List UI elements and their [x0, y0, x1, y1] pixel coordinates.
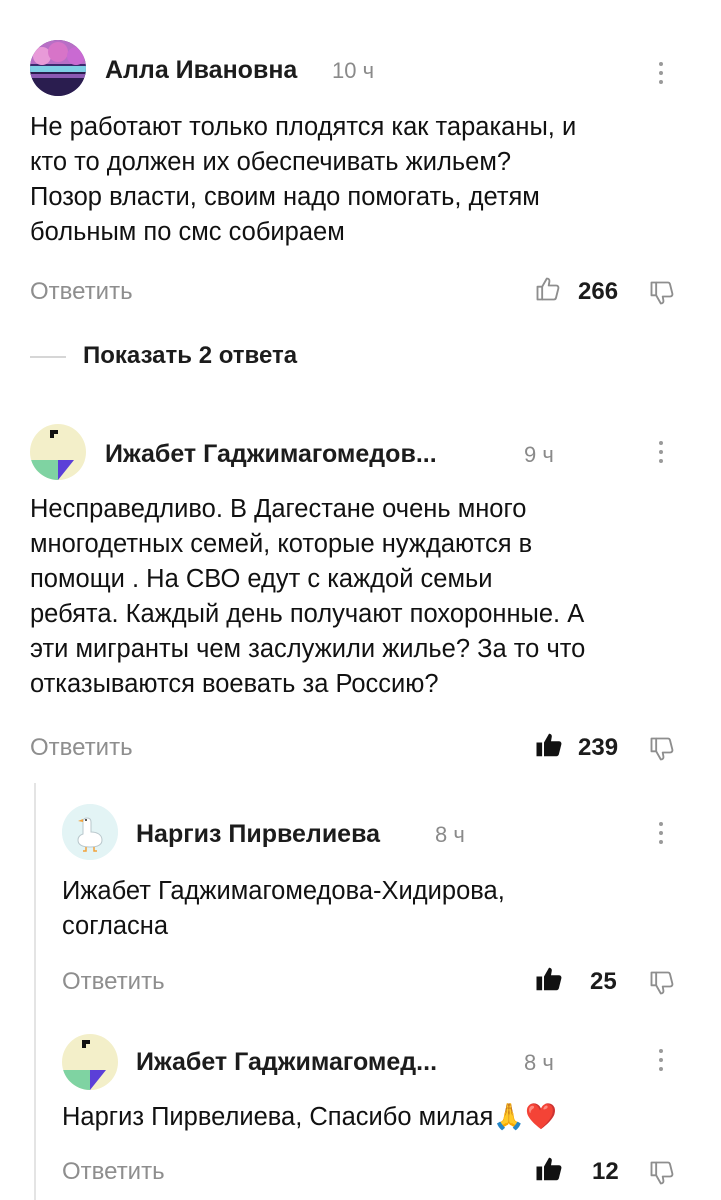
reply-button[interactable]: Ответить: [30, 734, 133, 762]
landscape-photo-avatar: [30, 40, 86, 96]
reply-button[interactable]: Ответить: [30, 278, 133, 306]
comment-time: 8 ч: [435, 822, 465, 847]
comment-text-line: Наргиз Пирвелиева, Спасибо милая: [62, 1103, 494, 1131]
avatar[interactable]: [62, 804, 118, 860]
comment-text-line: Не работают только плодятся как тараканы…: [30, 113, 577, 141]
thumb-down-outline-icon[interactable]: [648, 1159, 676, 1187]
comment-text-line: Позор власти, своим надо помогать, детям: [30, 183, 540, 211]
like-count: 12: [592, 1158, 619, 1185]
thumb-down-outline-icon[interactable]: [648, 279, 676, 307]
like-count: 239: [578, 734, 619, 761]
like-count: 25: [590, 968, 617, 995]
thumb-up-filled-icon[interactable]: [534, 730, 564, 760]
more-options-icon[interactable]: [656, 441, 666, 467]
red-heart-emoji: ❤️: [525, 1103, 557, 1131]
reply-button[interactable]: Ответить: [62, 1158, 165, 1186]
reply-button[interactable]: Ответить: [62, 968, 165, 996]
comment-text-line: ребята. Каждый день получают похоронные.…: [30, 600, 585, 628]
thumb-up-filled-icon[interactable]: [534, 964, 564, 994]
avatar[interactable]: [30, 424, 86, 480]
author-name[interactable]: Наргиз Пирвелиева: [136, 820, 380, 849]
comment-time: 9 ч: [524, 442, 554, 467]
author-name[interactable]: Ижабет Гаджимагомедов...: [105, 440, 437, 469]
comment-text-line: кто то должен их обеспечивать жильем?: [30, 148, 512, 176]
comment-text-line: согласна: [62, 912, 169, 940]
thumb-down-outline-icon[interactable]: [648, 969, 676, 997]
comment-text: Не работают только плодятся как тараканы…: [30, 110, 700, 250]
comment-text: Несправедливо. В Дагестане очень много м…: [30, 492, 700, 702]
author-name[interactable]: Алла Ивановна: [105, 56, 297, 85]
divider: [30, 356, 66, 358]
comment-text-line: помощи . На СВО едут с каждой семьи: [30, 565, 493, 593]
more-options-icon[interactable]: [656, 1049, 666, 1075]
comment-text-line: отказываются воевать за Россию?: [30, 670, 439, 698]
thumb-down-outline-icon[interactable]: [648, 735, 676, 763]
comment-text-line: Ижабет Гаджимагомедова-Хидирова,: [62, 877, 505, 905]
author-name[interactable]: Ижабет Гаджимагомед...: [136, 1048, 437, 1077]
thread-line: [34, 783, 36, 1200]
avatar[interactable]: [30, 40, 86, 96]
comment-text: Наргиз Пирвелиева, Спасибо милая🙏❤️: [62, 1100, 692, 1135]
like-count: 266: [578, 278, 619, 305]
abstract-shapes-avatar: [62, 1034, 118, 1090]
thumb-up-filled-icon[interactable]: [534, 1154, 564, 1184]
comment-time: 10 ч: [332, 58, 375, 83]
comment-text-line: больным по смс собираем: [30, 218, 345, 246]
folded-hands-emoji: 🙏: [493, 1103, 526, 1131]
comment-text-line: многодетных семей, которые нуждаются в: [30, 530, 533, 558]
comment-text-line: Несправедливо. В Дагестане очень много: [30, 495, 527, 523]
more-options-icon[interactable]: [656, 62, 666, 88]
comment-text: Ижабет Гаджимагомедова-Хидирова, согласн…: [62, 874, 692, 944]
comment-text-line: эти мигранты чем заслужили жилье? За то …: [30, 635, 586, 663]
more-options-icon[interactable]: [656, 822, 666, 848]
thumb-up-outline-icon[interactable]: [534, 275, 562, 303]
show-replies-button[interactable]: Показать 2 ответа: [83, 342, 297, 370]
goose-avatar: [62, 804, 118, 860]
comment-time: 8 ч: [524, 1050, 554, 1075]
avatar[interactable]: [62, 1034, 118, 1090]
abstract-shapes-avatar: [30, 424, 86, 480]
